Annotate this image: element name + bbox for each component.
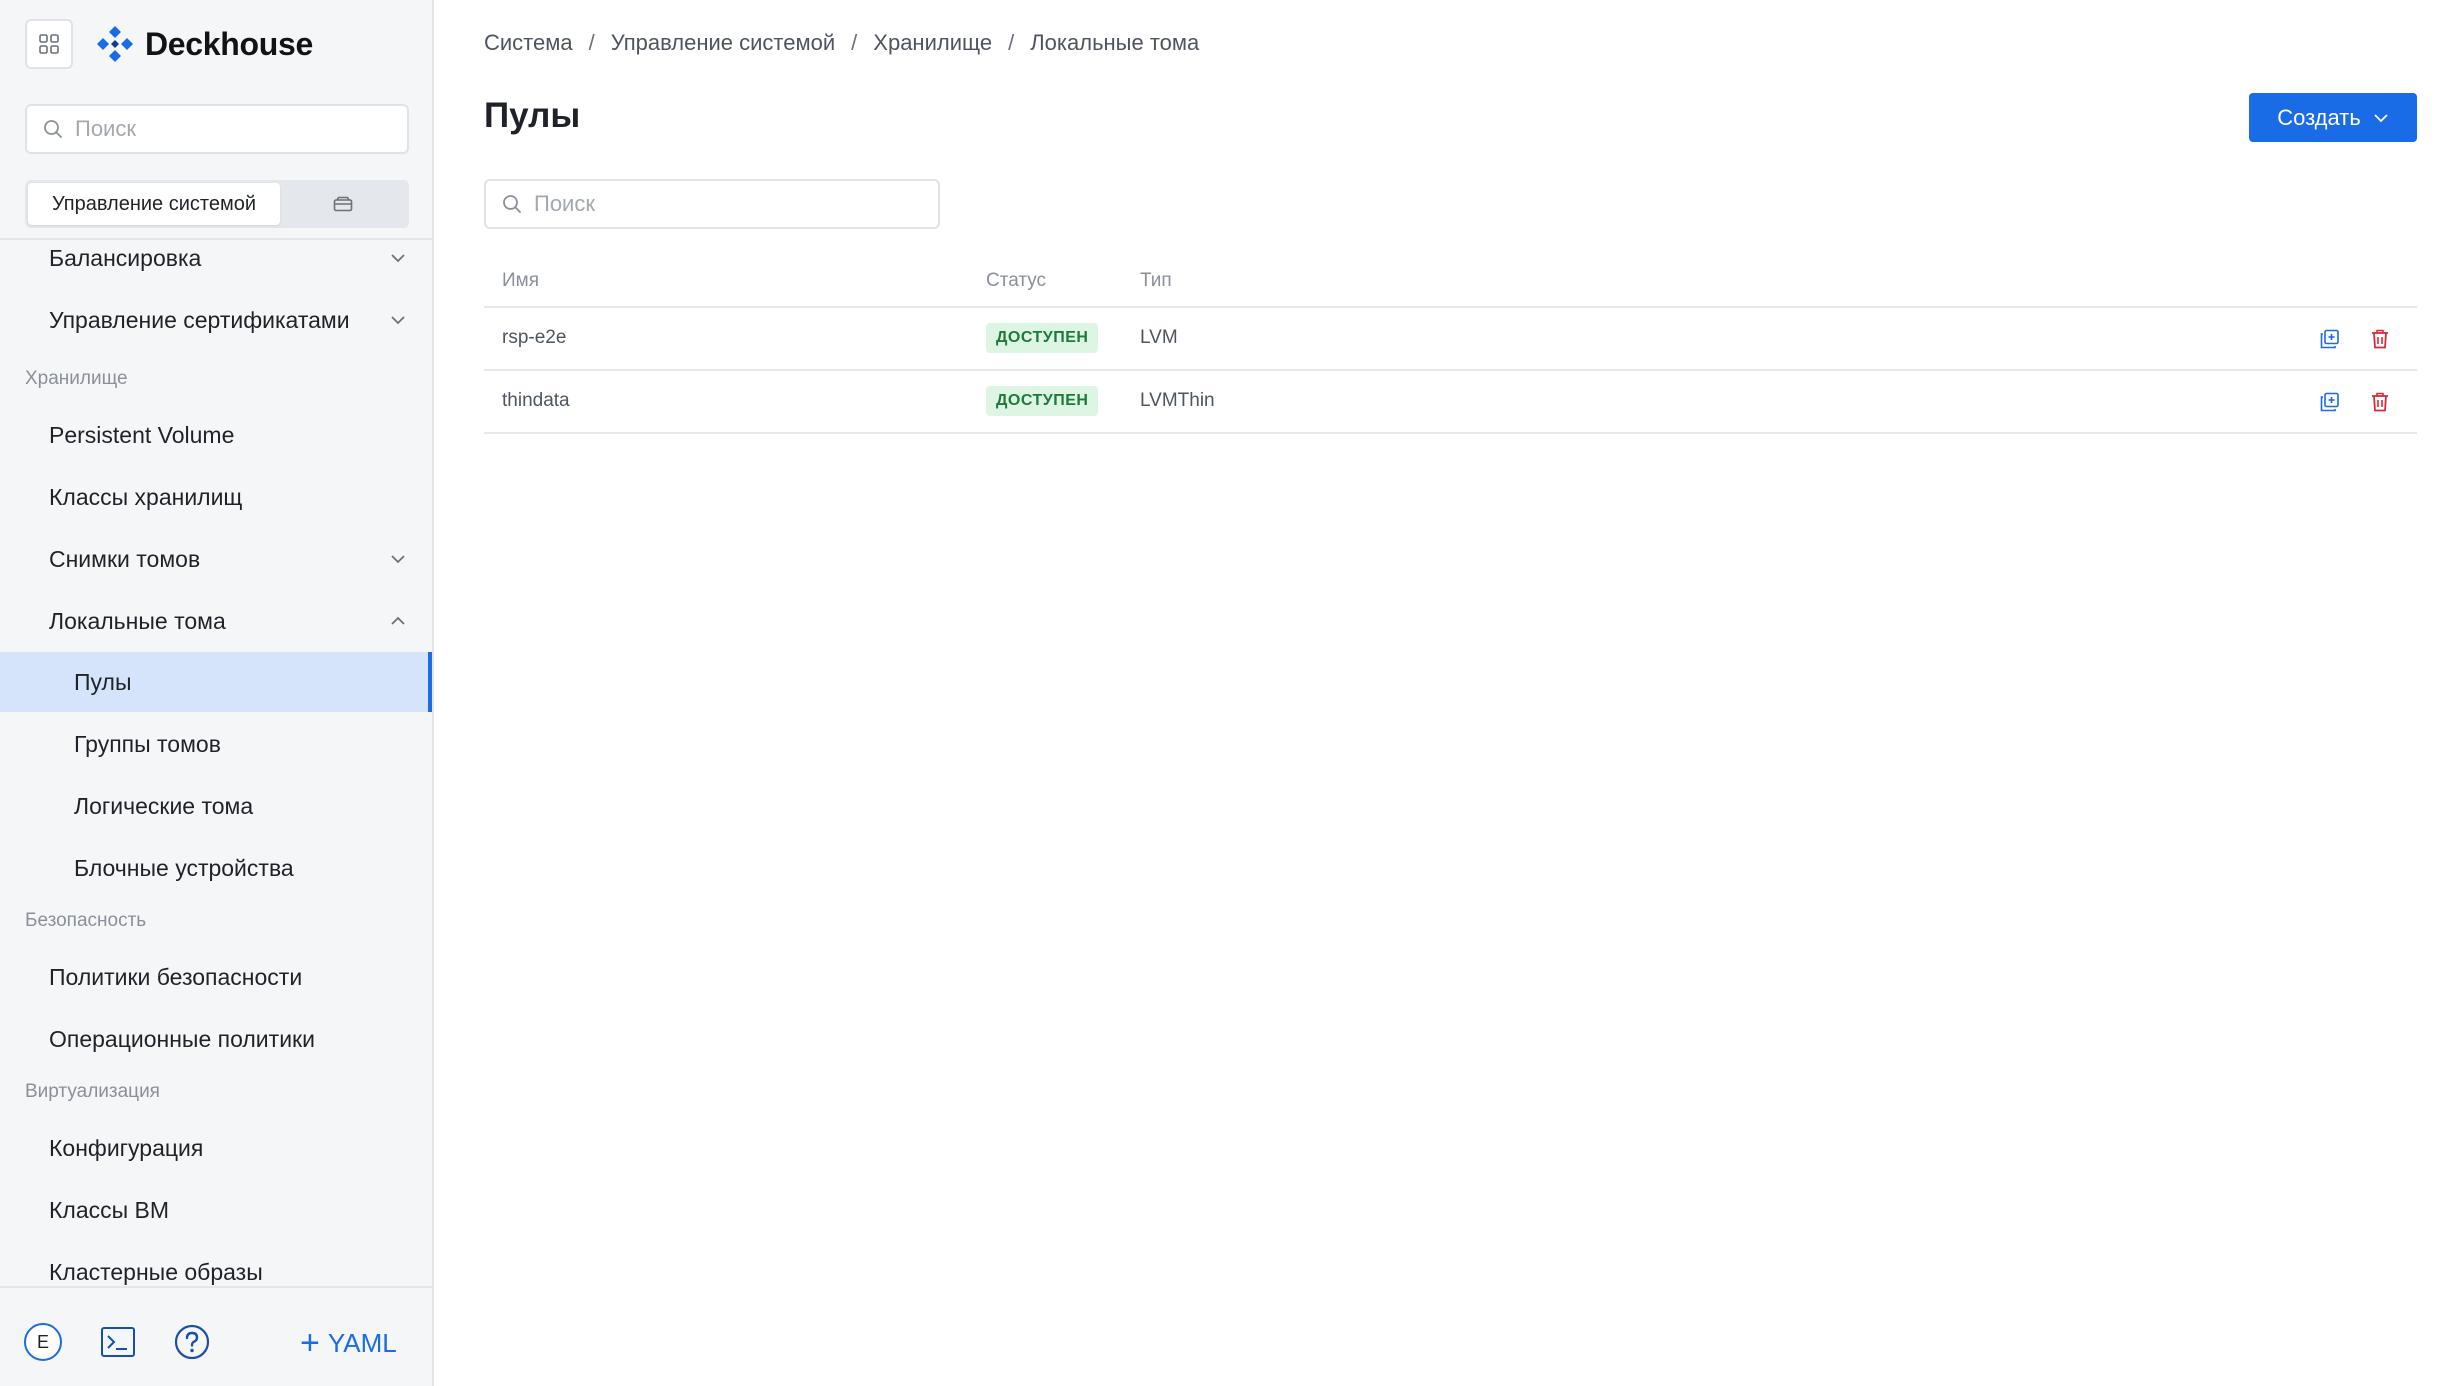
row-actions: [2317, 389, 2393, 415]
table-header: Имя Статус Тип: [484, 258, 2417, 308]
add-yaml-button[interactable]: + YAML: [300, 1326, 397, 1360]
sidebar-item-local-volumes[interactable]: Локальные тома: [0, 591, 432, 651]
breadcrumb-separator: /: [851, 30, 858, 55]
chevron-up-icon: [391, 616, 405, 625]
sidebar-item-operation-policies[interactable]: Операционные политики: [0, 1009, 432, 1069]
mode-other[interactable]: [280, 183, 406, 225]
duplicate-button[interactable]: [2317, 389, 2343, 415]
brand-bar: Deckhouse: [25, 19, 313, 69]
chevron-down-icon: [391, 254, 405, 263]
sidebar-item-balancing[interactable]: Балансировка: [0, 240, 432, 288]
sidebar-item-block-devices[interactable]: Блочные устройства: [0, 838, 432, 898]
column-header-type[interactable]: Тип: [1140, 270, 1172, 292]
breadcrumb-system[interactable]: Система: [484, 30, 573, 56]
mode-system-management[interactable]: Управление системой: [28, 183, 280, 225]
breadcrumb-local-volumes[interactable]: Локальные тома: [1030, 30, 1199, 56]
duplicate-button[interactable]: [2317, 326, 2343, 352]
sidebar-footer: E + YAML: [0, 1286, 432, 1386]
search-icon: [44, 120, 62, 138]
sidebar-search[interactable]: [25, 104, 409, 154]
chevron-down-icon: [2374, 113, 2388, 122]
sidebar-item-logical-volumes[interactable]: Логические тома: [0, 776, 432, 836]
sidebar-item-pools[interactable]: Пулы: [0, 652, 432, 712]
section-storage: Хранилище: [25, 368, 128, 389]
section-virtualization: Виртуализация: [25, 1081, 160, 1102]
status-badge: ДОСТУПЕН: [986, 386, 1099, 416]
chevron-down-icon: [391, 555, 405, 564]
mode-switch: Управление системой: [25, 180, 409, 228]
help-icon[interactable]: [173, 1323, 211, 1361]
trash-icon: [2372, 392, 2388, 412]
sidebar-item-volume-snapshots[interactable]: Снимки томов: [0, 529, 432, 589]
delete-button[interactable]: [2367, 326, 2393, 352]
sidebar-item-volume-groups[interactable]: Группы томов: [0, 714, 432, 774]
trash-icon: [2372, 329, 2388, 349]
status-badge: ДОСТУПЕН: [986, 323, 1099, 353]
pool-name[interactable]: rsp-e2e: [502, 327, 566, 349]
package-icon: [333, 196, 353, 212]
copy-icon: [2320, 392, 2339, 412]
sidebar-item-security-policies[interactable]: Политики безопасности: [0, 947, 432, 1007]
column-header-status[interactable]: Статус: [986, 270, 1046, 292]
sidebar-nav: Балансировка Управление сертификатами Хр…: [0, 238, 432, 1286]
pools-search-input[interactable]: [534, 191, 834, 217]
sidebar-item-storage-classes[interactable]: Классы хранилищ: [0, 467, 432, 527]
chevron-down-icon: [391, 316, 405, 325]
breadcrumb: Система / Управление системой / Хранилищ…: [484, 30, 1199, 56]
row-actions: [2317, 326, 2393, 352]
breadcrumb-storage[interactable]: Хранилище: [873, 30, 992, 56]
sidebar-item-vm-classes[interactable]: Классы ВМ: [0, 1180, 432, 1240]
create-button[interactable]: Создать: [2249, 93, 2417, 142]
table-row[interactable]: rsp-e2e ДОСТУПЕН LVM: [484, 308, 2417, 371]
deckhouse-logo-icon: [97, 26, 133, 62]
sidebar-item-cert-management[interactable]: Управление сертификатами: [0, 290, 432, 350]
apps-grid-button[interactable]: [25, 19, 73, 69]
table-row[interactable]: thindata ДОСТУПЕН LVMThin: [484, 371, 2417, 434]
search-icon: [503, 195, 521, 213]
pool-type: LVM: [1140, 327, 1178, 348]
sidebar: Deckhouse Управление системой Балансиров…: [0, 0, 434, 1386]
sidebar-item-configuration[interactable]: Конфигурация: [0, 1118, 432, 1178]
breadcrumb-separator: /: [1008, 30, 1015, 55]
plus-icon: +: [300, 1324, 320, 1362]
breadcrumb-system-management[interactable]: Управление системой: [611, 30, 835, 56]
section-security: Безопасность: [25, 910, 147, 931]
page-title: Пулы: [484, 96, 581, 135]
pool-type: LVMThin: [1140, 390, 1215, 411]
copy-icon: [2320, 329, 2339, 349]
pool-name[interactable]: thindata: [502, 390, 570, 412]
sidebar-item-persistent-volume[interactable]: Persistent Volume: [0, 405, 432, 465]
brand-name: Deckhouse: [145, 25, 314, 62]
pools-search[interactable]: [484, 179, 940, 229]
terminal-icon[interactable]: [100, 1324, 136, 1360]
avatar[interactable]: E: [24, 1323, 62, 1361]
column-header-name[interactable]: Имя: [502, 270, 539, 292]
sidebar-search-input[interactable]: [75, 116, 375, 142]
breadcrumb-separator: /: [588, 30, 595, 55]
delete-button[interactable]: [2367, 389, 2393, 415]
sidebar-item-cluster-images[interactable]: Кластерные образы: [0, 1242, 432, 1286]
grid-icon: [39, 34, 59, 54]
pools-table: Имя Статус Тип rsp-e2e ДОСТУПЕН LVM thin…: [484, 258, 2417, 434]
logo[interactable]: Deckhouse: [95, 24, 313, 64]
